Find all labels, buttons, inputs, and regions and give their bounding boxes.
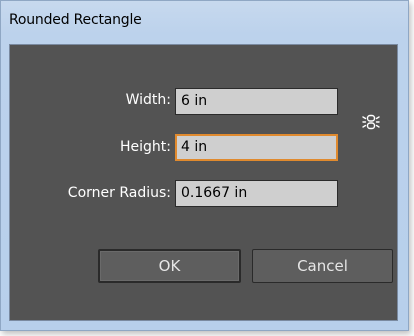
- height-field[interactable]: 4 in: [175, 134, 338, 161]
- cancel-button[interactable]: Cancel: [252, 249, 393, 283]
- corner-radius-field[interactable]: 0.1667 in: [175, 180, 338, 207]
- corner-radius-label: Corner Radius:: [67, 185, 171, 201]
- width-label: Width:: [125, 92, 171, 108]
- dialog-title: Rounded Rectangle: [9, 12, 142, 28]
- dialog-window: Rounded Rectangle Width: 6 in Height: 4 …: [0, 0, 409, 331]
- link-constrain-icon[interactable]: [361, 112, 381, 132]
- height-label: Height:: [120, 139, 171, 155]
- width-field[interactable]: 6 in: [175, 88, 338, 115]
- ok-button[interactable]: OK: [98, 249, 241, 283]
